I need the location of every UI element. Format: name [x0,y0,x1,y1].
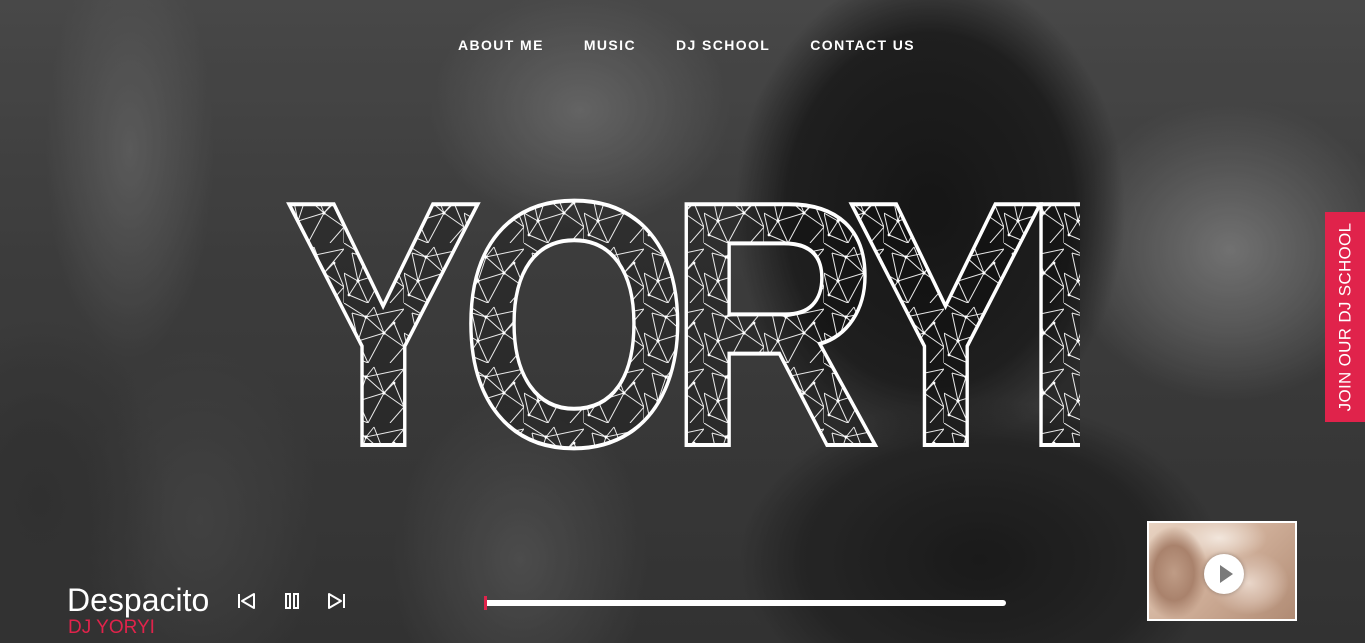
play-button[interactable] [1204,554,1244,594]
yoryi-logo: YORYI [284,183,1080,451]
join-dj-school-tab[interactable]: JOIN OUR DJ SCHOOL [1325,212,1365,422]
progress-bar[interactable] [484,596,1006,610]
nav-item-music[interactable]: MUSIC [584,37,636,53]
play-icon [1220,565,1233,583]
previous-icon[interactable] [236,590,258,612]
nav-item-about-me[interactable]: ABOUT ME [458,37,544,53]
logo-text: YORYI [284,183,1080,451]
hero-section: ABOUT ME MUSIC DJ SCHOOL CONTACT US YORY… [0,0,1365,643]
nav-item-contact-us[interactable]: CONTACT US [810,37,915,53]
main-nav: ABOUT ME MUSIC DJ SCHOOL CONTACT US [0,37,1365,53]
pause-icon[interactable] [281,590,303,612]
track-artist: DJ YORYI [68,617,155,638]
progress-indicator[interactable] [484,596,487,610]
nav-list: ABOUT ME MUSIC DJ SCHOOL CONTACT US [458,37,915,53]
video-thumbnail[interactable] [1147,521,1297,621]
nav-item-dj-school[interactable]: DJ SCHOOL [676,37,770,53]
join-dj-school-label: JOIN OUR DJ SCHOOL [1335,222,1355,412]
track-title: Despacito [67,582,210,618]
next-icon[interactable] [325,590,347,612]
